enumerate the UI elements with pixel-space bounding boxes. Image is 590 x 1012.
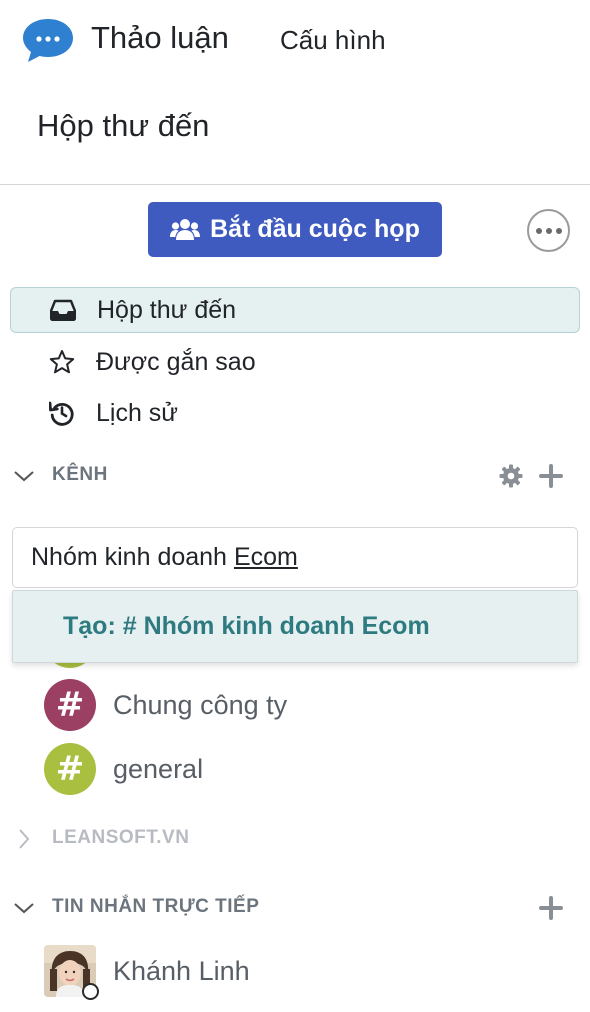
chevron-right-icon — [19, 829, 30, 849]
channel-item[interactable]: # general — [44, 742, 584, 796]
workspace-section-header[interactable]: LEANSOFT.VN — [0, 819, 590, 859]
start-meeting-label: Bắt đầu cuộc họp — [210, 215, 420, 243]
channel-search-input[interactable]: Nhóm kinh doanh Ecom — [12, 527, 578, 588]
channel-item[interactable]: # Chung công ty — [44, 678, 584, 732]
nav-item-inbox[interactable]: Hộp thư đến — [10, 287, 580, 333]
dm-item[interactable]: Khánh Linh — [44, 944, 584, 998]
dm-section-header[interactable]: TIN NHẮN TRỰC TIẾP — [0, 888, 590, 928]
users-icon — [170, 218, 201, 240]
add-channel-icon[interactable] — [537, 462, 565, 490]
config-menu[interactable]: Cấu hình — [280, 25, 386, 56]
nav-item-starred[interactable]: Được gắn sao — [10, 339, 580, 385]
channel-name: Chung công ty — [113, 689, 288, 720]
offline-status-icon — [82, 983, 99, 1000]
nav-item-history[interactable]: Lịch sử — [10, 390, 580, 436]
top-bar: Thảo luận Cấu hình — [0, 0, 590, 80]
dm-section-title: TIN NHẮN TRỰC TIẾP — [52, 896, 260, 917]
chevron-down-icon — [14, 903, 34, 914]
channel-avatar: # — [44, 679, 96, 731]
app-title[interactable]: Thảo luận — [91, 20, 229, 56]
nav-item-label: Lịch sử — [96, 398, 179, 427]
divider — [0, 184, 590, 185]
more-options-button[interactable] — [527, 209, 570, 252]
channel-input-text-underlined: Ecom — [233, 543, 298, 571]
discuss-logo-icon — [23, 19, 73, 62]
inbox-icon — [49, 296, 77, 324]
channel-input-text: Nhóm kinh doanh — [31, 543, 227, 571]
dm-contact-name: Khánh Linh — [113, 955, 250, 986]
channels-section-title: KÊNH — [52, 464, 108, 485]
gear-icon[interactable] — [497, 462, 525, 490]
nav-item-label: Hộp thư đến — [97, 295, 237, 324]
create-channel-suggestion[interactable]: Tạo: # Nhóm kinh doanh Ecom — [12, 590, 578, 663]
start-meeting-button[interactable]: Bắt đầu cuộc họp — [148, 202, 442, 257]
chevron-down-icon — [14, 471, 34, 482]
ellipsis-icon — [535, 227, 562, 234]
workspace-section-title: LEANSOFT.VN — [52, 827, 190, 848]
channel-avatar: # — [44, 743, 96, 795]
page-title: Hộp thư đến — [37, 108, 210, 143]
add-chat-icon[interactable] — [537, 894, 565, 922]
nav-item-label: Được gắn sao — [96, 347, 256, 376]
star-icon — [48, 348, 76, 376]
channel-name: general — [113, 753, 204, 784]
channels-section-header[interactable]: KÊNH — [0, 456, 590, 496]
history-icon — [48, 399, 76, 427]
